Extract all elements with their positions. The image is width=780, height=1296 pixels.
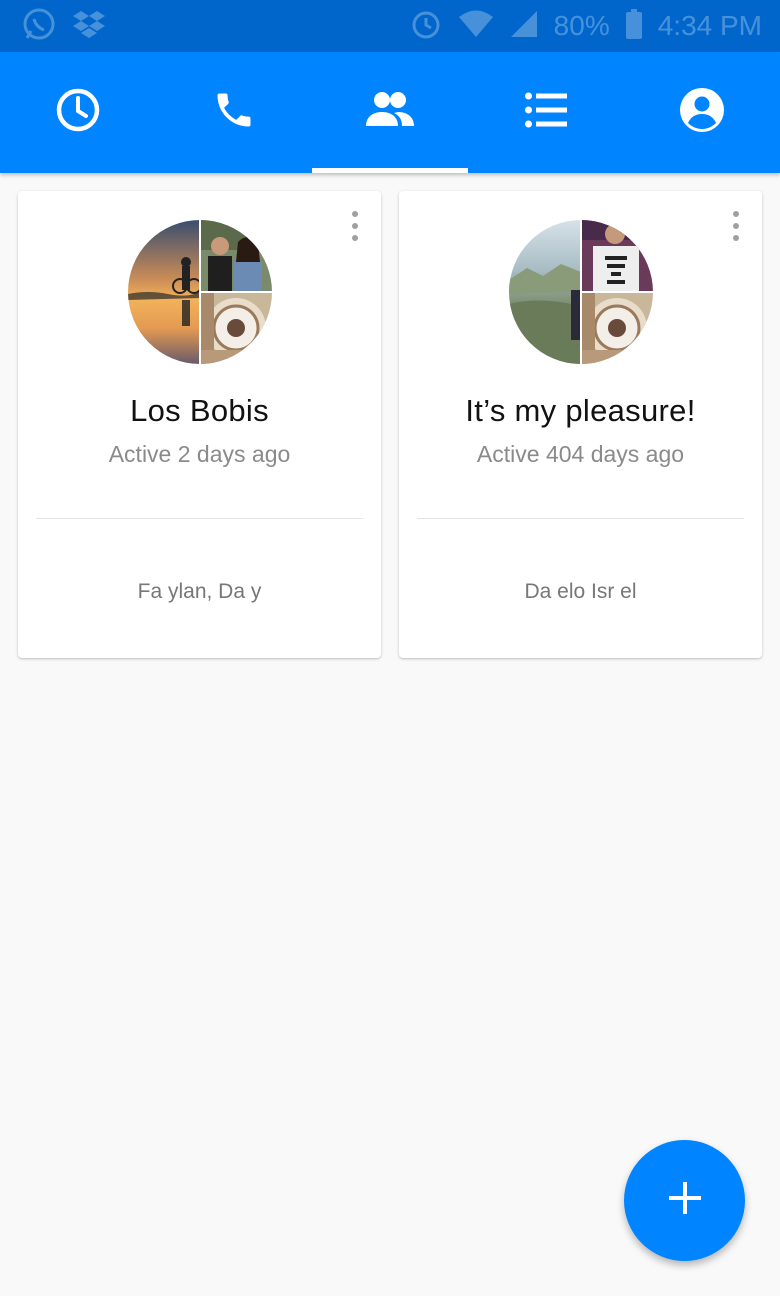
group-avatar xyxy=(128,220,272,364)
battery-icon xyxy=(625,8,642,44)
signal-icon xyxy=(510,10,538,43)
status-bar-system: 80% 4:34 PM xyxy=(410,8,762,45)
status-bar: 80% 4:34 PM xyxy=(0,0,780,52)
group-members: Fa ylan, Da y xyxy=(137,580,262,603)
divider xyxy=(36,518,363,519)
group-name: Los Bobis xyxy=(130,393,269,428)
tab-people[interactable] xyxy=(468,52,624,173)
group-activity: Active 2 days ago xyxy=(108,441,291,467)
tab-bar xyxy=(0,52,780,173)
whatsapp-icon xyxy=(22,7,56,46)
tab-recent[interactable] xyxy=(0,52,156,173)
tab-profile[interactable] xyxy=(624,52,780,173)
more-options-icon[interactable] xyxy=(726,209,746,243)
plus-icon xyxy=(668,1181,702,1220)
tab-calls[interactable] xyxy=(156,52,312,173)
divider xyxy=(417,518,744,519)
status-bar-notifications xyxy=(22,7,106,46)
groups-icon xyxy=(364,90,416,135)
group-list: Los Bobis Active 2 days ago Fa ylan, Da … xyxy=(18,191,762,658)
group-activity: Active 404 days ago xyxy=(476,441,685,467)
phone-icon xyxy=(212,88,256,137)
group-avatar xyxy=(509,220,653,364)
wifi-icon xyxy=(458,10,494,43)
group-name: It’s my pleasure! xyxy=(465,393,696,428)
dropbox-icon xyxy=(72,9,106,44)
group-card[interactable]: It’s my pleasure! Active 404 days ago Da… xyxy=(399,191,762,658)
list-icon xyxy=(525,92,567,133)
account-icon xyxy=(679,87,725,138)
group-card[interactable]: Los Bobis Active 2 days ago Fa ylan, Da … xyxy=(18,191,381,658)
battery-percent: 80% xyxy=(553,10,610,41)
tab-groups[interactable] xyxy=(312,52,468,173)
group-members: Da elo Isr el xyxy=(524,580,637,603)
new-group-button[interactable] xyxy=(624,1140,745,1261)
more-options-icon[interactable] xyxy=(345,209,365,243)
alarm-icon xyxy=(410,8,442,45)
status-time: 4:34 PM xyxy=(657,10,762,41)
clock-icon xyxy=(54,86,102,139)
